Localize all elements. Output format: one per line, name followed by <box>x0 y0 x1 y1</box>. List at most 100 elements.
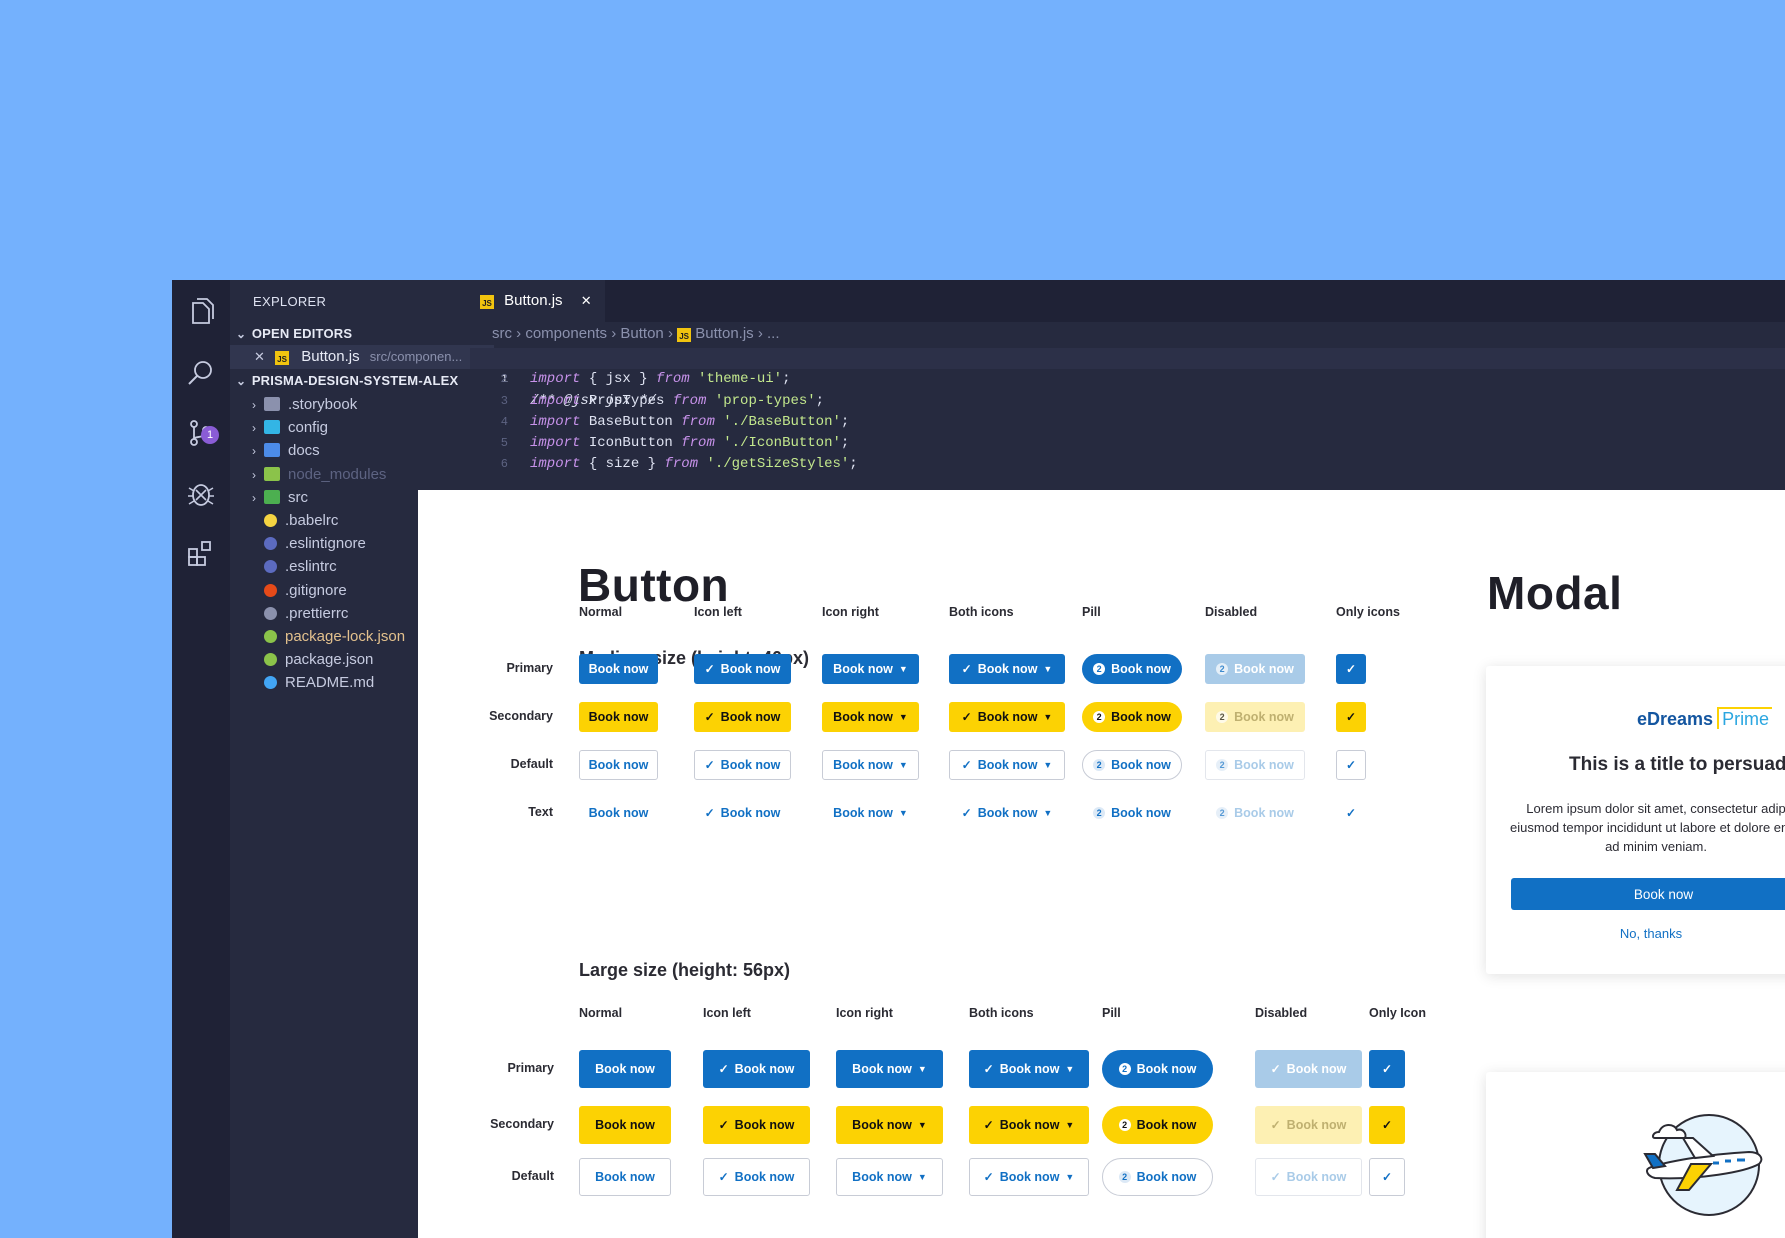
folder-item[interactable]: › .storybook <box>230 393 492 417</box>
book-now-button[interactable]: Book now ▼ <box>822 702 919 732</box>
book-now-button[interactable]: Book now ▼ <box>822 750 919 780</box>
book-now-button[interactable]: Book now <box>579 654 658 684</box>
book-now-button[interactable]: ✓ Book now ▼ <box>949 798 1065 828</box>
close-icon[interactable]: ✕ <box>254 349 265 364</box>
close-icon[interactable]: ✕ <box>581 293 592 308</box>
code-line[interactable]: 4 import BaseButton from './BaseButton'; <box>470 412 1785 433</box>
check-icon: ✓ <box>718 1062 729 1076</box>
modal-title: This is a title to persuad <box>1569 754 1785 775</box>
check-icon-button[interactable]: ✓ <box>1336 654 1366 684</box>
open-editor-item[interactable]: ✕ JS Button.js src/componen... <box>230 345 494 369</box>
chevron-down-icon: ▼ <box>917 1120 927 1130</box>
book-now-button[interactable]: Book now ▼ <box>822 798 919 828</box>
folder-item[interactable]: › node_modules <box>230 463 492 487</box>
code-line[interactable]: 5 import IconButton from './IconButton'; <box>470 433 1785 454</box>
book-now-button[interactable]: ✓ Book now ▼ <box>949 702 1065 732</box>
book-now-button[interactable]: ✓ Book now ▼ <box>969 1158 1089 1196</box>
code-editor[interactable]: 1 /** @jsx jsx */ 2 import { jsx } from '… <box>470 348 1785 476</box>
modal-card-illustration <box>1486 1072 1785 1238</box>
book-now-button[interactable]: Book now ▼ <box>836 1158 943 1196</box>
column-header: Pill <box>1082 605 1101 619</box>
column-header: Only icons <box>1336 605 1400 619</box>
book-now-button[interactable]: ✓ Book now ▼ <box>969 1106 1089 1144</box>
book-now-button[interactable]: Book now <box>579 702 658 732</box>
code-line[interactable]: 6 import { size } from './getSizeStyles'; <box>470 454 1785 475</box>
breadcrumb-item[interactable]: Button.js <box>695 325 753 342</box>
book-now-button[interactable]: 2 Book now <box>1082 750 1182 780</box>
code-line[interactable]: 1 /** @jsx jsx */ <box>470 348 1785 409</box>
column-header: Pill <box>1102 1006 1121 1020</box>
book-now-button[interactable]: Book now <box>579 1158 671 1196</box>
check-icon: ✓ <box>1270 1062 1281 1076</box>
book-now-button[interactable]: Book now <box>579 798 658 828</box>
book-now-button[interactable]: ✓ Book now ▼ <box>949 750 1065 780</box>
check-icon-button[interactable]: ✓ <box>1369 1158 1405 1196</box>
book-now-button[interactable]: 2 Book now <box>1102 1050 1213 1088</box>
debug-icon[interactable] <box>184 476 218 510</box>
book-now-button[interactable]: Book now <box>579 750 658 780</box>
button-label: Book now <box>833 758 893 772</box>
file-icon <box>264 537 277 551</box>
book-now-button[interactable]: ✓ Book now <box>703 1158 810 1196</box>
book-now-button[interactable]: ✓ Book now ▼ <box>969 1050 1089 1088</box>
chevron-down-icon: ▼ <box>1043 808 1053 818</box>
book-now-button[interactable]: 2 Book now <box>1205 702 1305 732</box>
extensions-icon[interactable] <box>184 536 218 570</box>
book-now-button[interactable]: Book now <box>579 1106 671 1144</box>
folder-item[interactable]: › docs <box>230 439 492 463</box>
check-icon-button[interactable]: ✓ <box>1336 750 1366 780</box>
breadcrumb-item[interactable]: ... <box>767 325 780 342</box>
project-section[interactable]: ⌄ PRISMA-DESIGN-SYSTEM-ALEX <box>230 369 476 393</box>
book-now-button[interactable]: ✓ Book now <box>694 702 791 732</box>
button-label: Book now <box>833 806 893 820</box>
airplane-illustration <box>1643 1114 1763 1216</box>
code-line[interactable]: 3 import PropTypes from 'prop-types'; <box>470 391 1785 412</box>
code-line[interactable]: 2 import { jsx } from 'theme-ui'; <box>470 369 1785 390</box>
book-now-button[interactable]: ✓ Book now <box>1255 1106 1362 1144</box>
folder-item[interactable]: › config <box>230 416 492 440</box>
book-now-button[interactable]: 2 Book now <box>1082 654 1182 684</box>
files-icon[interactable] <box>184 295 218 329</box>
tab-button-js[interactable]: JS Button.js ✕ <box>470 280 605 322</box>
modal-book-button[interactable]: Book now <box>1511 878 1785 910</box>
book-now-button[interactable]: 2 Book now <box>1082 702 1182 732</box>
check-icon-button[interactable]: ✓ <box>1336 798 1366 828</box>
breadcrumb-item[interactable]: src <box>492 325 512 342</box>
book-now-button[interactable]: 2 Book now <box>1205 798 1305 828</box>
check-icon-button[interactable]: ✓ <box>1336 702 1366 732</box>
book-now-button[interactable]: ✓ Book now <box>703 1050 810 1088</box>
book-now-button[interactable]: ✓ Book now ▼ <box>949 654 1065 684</box>
book-now-button[interactable]: Book now ▼ <box>836 1106 943 1144</box>
book-now-button[interactable]: ✓ Book now <box>703 1106 810 1144</box>
button-label: Book now <box>852 1062 912 1076</box>
open-editors-section[interactable]: ⌄ OPEN EDITORS <box>230 322 476 346</box>
book-now-button[interactable]: Book now <box>579 1050 671 1088</box>
book-now-button[interactable]: 2 Book now <box>1205 750 1305 780</box>
book-now-button[interactable]: Book now ▼ <box>822 654 919 684</box>
breadcrumb-item[interactable]: Button <box>620 325 663 342</box>
breadcrumb-item[interactable]: components <box>525 325 607 342</box>
chevron-down-icon: ⌄ <box>236 327 247 341</box>
book-now-button[interactable]: Book now ▼ <box>836 1050 943 1088</box>
book-now-button[interactable]: ✓ Book now <box>694 654 791 684</box>
column-header: Icon left <box>703 1006 751 1020</box>
search-icon[interactable] <box>184 356 218 390</box>
chevron-right-icon: › <box>252 467 256 482</box>
explorer-title: EXPLORER <box>253 294 327 309</box>
check-icon-button[interactable]: ✓ <box>1369 1050 1405 1088</box>
column-header: Icon right <box>836 1006 893 1020</box>
book-now-button[interactable]: 2 Book now <box>1102 1106 1213 1144</box>
book-now-button[interactable]: ✓ Book now <box>694 798 791 828</box>
book-now-button[interactable]: ✓ Book now <box>1255 1050 1362 1088</box>
file-icon <box>264 630 277 643</box>
modal-dismiss-link[interactable]: No, thanks <box>1486 926 1785 941</box>
button-label: Book now <box>1286 1118 1347 1132</box>
button-label: Book now <box>1111 758 1171 772</box>
book-now-button[interactable]: ✓ Book now <box>694 750 791 780</box>
book-now-button[interactable]: ✓ Book now <box>1255 1158 1362 1196</box>
book-now-button[interactable]: 2 Book now <box>1205 654 1305 684</box>
check-icon-button[interactable]: ✓ <box>1369 1106 1405 1144</box>
book-now-button[interactable]: 2 Book now <box>1102 1158 1213 1196</box>
book-now-button[interactable]: 2 Book now <box>1082 798 1182 828</box>
column-header: Both icons <box>969 1006 1034 1020</box>
